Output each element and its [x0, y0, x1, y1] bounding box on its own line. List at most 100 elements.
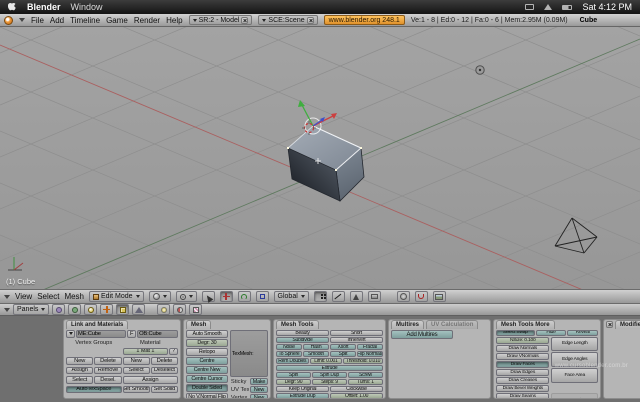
pointer-manipulator-button[interactable] — [201, 290, 215, 303]
material-deselect-button[interactable]: Deselect — [150, 366, 178, 374]
spin-button[interactable]: Spin — [276, 372, 311, 378]
header-menu-icon[interactable] — [19, 18, 25, 25]
viewport-canvas[interactable] — [0, 27, 640, 289]
face-select-button[interactable] — [349, 291, 363, 302]
nsize-slider[interactable]: NSize: 0.100 — [496, 336, 550, 344]
set-solid-button[interactable]: Set Solid — [150, 385, 178, 393]
keep-original-toggle[interactable]: Keep Original — [276, 386, 329, 392]
material-new-button[interactable]: New — [122, 357, 150, 365]
mesh-menu[interactable]: Mesh — [64, 292, 84, 301]
smooth-button[interactable]: Smooth — [303, 351, 329, 357]
vgroup-select-button[interactable]: Select — [66, 376, 94, 384]
material-help-button[interactable]: ? — [169, 347, 178, 355]
draw-type-dropdown[interactable] — [148, 291, 171, 302]
material-subcontext-button[interactable] — [173, 304, 187, 315]
vgroup-new-button[interactable]: New — [66, 357, 94, 365]
snap-button[interactable] — [414, 291, 428, 302]
material-assign-button[interactable]: Assign — [122, 376, 178, 384]
draw-creases-toggle[interactable]: Draw Creases — [496, 376, 550, 384]
script-context-button[interactable] — [68, 304, 82, 315]
draw-normals-toggle[interactable]: Draw Normals — [496, 344, 550, 352]
fractal-button[interactable]: Fractal — [357, 344, 383, 350]
to-sphere-button[interactable]: To Sphere — [276, 351, 302, 357]
turns-slider[interactable]: Turns: 1 — [348, 379, 383, 385]
texture-subcontext-button[interactable] — [189, 304, 203, 315]
tab-link-and-materials[interactable]: Link and Materials — [66, 320, 129, 329]
battery-icon[interactable] — [562, 4, 573, 10]
steps-slider[interactable]: Steps: 9 — [312, 379, 347, 385]
wifi-icon[interactable] — [544, 4, 553, 10]
draw-edges-toggle[interactable]: Draw Edges — [496, 368, 550, 376]
screen-close-icon[interactable] — [241, 16, 249, 24]
limit-slider[interactable]: Limit: 0.001 — [309, 358, 343, 364]
menu-game[interactable]: Game — [106, 16, 128, 25]
short-toggle[interactable]: Short — [330, 330, 383, 336]
screen-layout-field[interactable]: SR:2 - Model — [188, 15, 253, 25]
hide-button[interactable]: Hide — [535, 330, 567, 336]
edge-select-button[interactable] — [331, 291, 345, 302]
degr-slider[interactable]: Degr: 30 — [186, 339, 228, 347]
lamp-object[interactable] — [475, 65, 485, 75]
extrude-button[interactable]: Extrude — [276, 365, 383, 371]
uv-texture-new-button[interactable]: New — [250, 386, 268, 393]
draw-faces-toggle[interactable]: Draw Faces — [496, 360, 550, 368]
proportional-edit-button[interactable] — [396, 291, 410, 302]
select-swap-button[interactable]: Select Swap — [496, 330, 535, 336]
tab-mesh-tools[interactable]: Mesh Tools — [276, 320, 319, 329]
no-vnormal-flip-toggle[interactable]: No V.Normal Flip — [186, 393, 228, 398]
tab-mesh[interactable]: Mesh — [186, 320, 212, 329]
shading-context-button[interactable] — [84, 304, 98, 315]
split-button[interactable]: Split — [330, 351, 356, 357]
lamp-subcontext-button[interactable] — [157, 304, 171, 315]
material-delete-button[interactable]: Delete — [150, 357, 178, 365]
mode-dropdown[interactable]: Edit Mode — [89, 291, 144, 302]
viewport-menu-collapse-icon[interactable] — [4, 294, 10, 302]
spin-dup-button[interactable]: Spin Dup — [312, 372, 347, 378]
menu-add[interactable]: Add — [50, 16, 64, 25]
scale-manipulator-button[interactable] — [255, 291, 269, 302]
3d-viewport[interactable]: (1) Cube — [0, 27, 640, 289]
object-context-button[interactable] — [100, 304, 114, 315]
retopo-toggle[interactable]: Retopo — [186, 348, 228, 356]
reveal-button[interactable]: Reveal — [567, 330, 599, 336]
rem-doubles-button[interactable]: Rem Doubles — [276, 358, 309, 364]
edge-length-toggle[interactable]: Edge Length — [551, 336, 598, 352]
mesh-browse-button[interactable] — [66, 330, 75, 338]
render-preview-button[interactable] — [432, 291, 446, 302]
scene-close-icon[interactable] — [306, 16, 314, 24]
scene-context-button[interactable] — [132, 304, 146, 315]
noise-button[interactable]: Noise — [276, 344, 302, 350]
texmesh-field[interactable]: TexMesh: — [229, 330, 268, 377]
window-menu[interactable]: Window — [71, 2, 103, 12]
modifiers-close-icon[interactable] — [606, 321, 613, 328]
menubar-clock[interactable]: Sat 4:12 PM — [582, 2, 632, 12]
subdivide-button[interactable]: Subdivide — [276, 337, 329, 343]
scene-field[interactable]: SCE:Scene — [258, 15, 318, 25]
centre-new-button[interactable]: Centre New — [186, 366, 228, 374]
tab-uv-calculation[interactable]: UV Calculation — [426, 320, 479, 329]
auto-smooth-toggle[interactable]: Auto Smooth — [186, 330, 228, 338]
offset-slider[interactable]: Offset: 1.00 — [330, 393, 383, 398]
tab-multires[interactable]: Multires — [391, 320, 425, 329]
menu-render[interactable]: Render — [134, 16, 160, 25]
face-area-toggle[interactable]: Face Area — [551, 368, 598, 383]
fake-user-button[interactable]: F — [127, 330, 137, 338]
buttons-menu-collapse-icon[interactable] — [4, 307, 10, 315]
vgroup-assign-button[interactable]: Assign — [66, 366, 94, 374]
mesh-name-field[interactable]: ME:Cube — [76, 330, 127, 338]
screw-button[interactable]: Screw — [348, 372, 383, 378]
double-sided-toggle[interactable]: Double Sided — [186, 384, 228, 392]
draw-bevel-weights-toggle[interactable]: Draw Bevel Weights — [496, 384, 550, 392]
clockwise-toggle[interactable]: Clockwise — [330, 386, 383, 392]
app-menu[interactable]: Blender — [27, 2, 61, 12]
draw-seams-toggle[interactable]: Draw Seams — [496, 392, 550, 398]
sticky-make-button[interactable]: Make — [250, 378, 268, 385]
cube-object[interactable] — [287, 125, 365, 202]
menu-file[interactable]: File — [31, 16, 44, 25]
display-icon[interactable] — [525, 4, 535, 10]
centre-button[interactable]: Centre — [186, 357, 228, 365]
menu-timeline[interactable]: Timeline — [70, 16, 100, 25]
orientation-dropdown[interactable]: Global — [273, 291, 309, 302]
vgroup-remove-button[interactable]: Remove — [94, 366, 122, 374]
apple-icon[interactable] — [8, 2, 17, 13]
